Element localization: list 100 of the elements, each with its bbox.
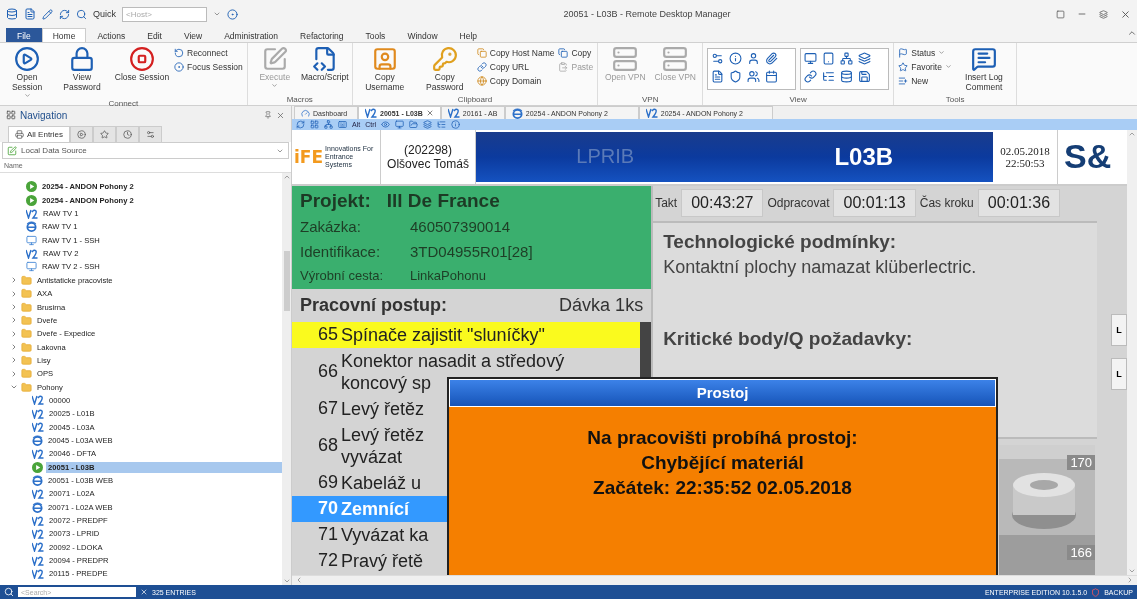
copy-icon [558, 47, 569, 58]
ribbon-button[interactable]: Open Session [4, 46, 50, 100]
flag-icon [898, 47, 909, 58]
network-icon[interactable] [324, 119, 333, 129]
user-icon[interactable] [747, 52, 761, 66]
group-label: Connect [107, 99, 140, 109]
side-button[interactable]: L [1111, 313, 1127, 346]
star-icon [898, 61, 909, 72]
tablet-icon[interactable] [822, 52, 836, 66]
restore-icon [1099, 9, 1108, 19]
ribbon-button[interactable]: Macro/Script [301, 46, 348, 83]
save-icon[interactable] [858, 70, 872, 84]
scrollbar[interactable] [282, 173, 291, 586]
field-value: 460507390014 [410, 217, 511, 235]
folder-icon [21, 381, 32, 393]
ribbon-button[interactable]: Copy Password [416, 46, 473, 93]
play-icon [26, 194, 37, 206]
folder-icon [21, 341, 32, 353]
data-source-select[interactable]: Local Data Source [2, 142, 289, 160]
folder-icon [21, 301, 32, 313]
station-code: LPRIB [575, 144, 636, 170]
lock-icon [69, 46, 95, 73]
ribbon-tab[interactable]: View [172, 28, 214, 43]
script-icon [311, 46, 338, 73]
nav-tab[interactable]: All Entries [8, 126, 70, 143]
info-icon[interactable] [729, 52, 743, 66]
nav-tab[interactable] [139, 126, 162, 143]
file-tab[interactable]: File [6, 28, 42, 43]
calendar-icon[interactable] [765, 70, 779, 84]
ribbon-button[interactable]: Favorite [898, 60, 952, 74]
ribbon-button[interactable]: Close Session [114, 46, 170, 83]
monitor-icon[interactable] [804, 52, 818, 66]
procedure-title: Pracovní postup: [300, 294, 447, 316]
info-icon[interactable] [451, 119, 461, 129]
ribbon-button[interactable]: Copy [558, 46, 594, 60]
gauge-icon [301, 108, 310, 118]
ribbon-tab[interactable]: Tools [354, 28, 397, 43]
vnc-icon [32, 515, 44, 526]
field-label: Výrobní cesta: [300, 268, 385, 284]
ribbon-button[interactable]: Copy Username [356, 46, 413, 93]
ribbon-tab[interactable]: Refactoring [289, 28, 355, 43]
ribbon-button[interactable]: Copy URL [476, 60, 555, 74]
link-icon[interactable] [804, 70, 818, 84]
ribbon-tab[interactable]: Help [448, 28, 489, 43]
settings-icon[interactable] [711, 52, 725, 66]
folder-icon[interactable] [409, 119, 419, 129]
ribbon-button[interactable]: New [898, 74, 952, 88]
ribbon-button[interactable]: Copy Host Name [476, 46, 555, 60]
ribbon-tab[interactable]: Window [396, 28, 449, 43]
close-icon [1120, 8, 1131, 20]
window-title: 20051 - L03B - Remote Desktop Manager [562, 9, 732, 20]
procedure-step[interactable]: 65 Spínače zajistit "sluníčky" [292, 321, 641, 348]
dialog-title: Prostoj [449, 378, 996, 407]
list-icon[interactable] [437, 119, 447, 129]
monitor-icon[interactable] [395, 119, 405, 129]
caret-icon [23, 92, 31, 100]
nav-tab[interactable] [116, 126, 139, 143]
nav-tab[interactable] [93, 126, 116, 143]
vnc-icon [32, 408, 44, 419]
ribbon-tab[interactable]: Home [41, 28, 87, 43]
layers-icon[interactable] [858, 52, 872, 66]
tree-icon[interactable] [822, 70, 836, 84]
nav-tab[interactable] [70, 126, 93, 143]
field-value: LinkaPohonu [410, 268, 486, 284]
conditions-title: Technologické podmínky: [663, 231, 898, 254]
shield-icon[interactable] [729, 70, 743, 84]
side-button[interactable]: L [1111, 357, 1127, 390]
paperclip-icon[interactable] [765, 52, 779, 66]
ribbon-tab[interactable]: Administration [213, 28, 290, 43]
refresh-icon[interactable] [296, 119, 305, 129]
user-card-icon [371, 46, 398, 73]
time-text: 22:50:53 [1005, 156, 1045, 169]
folder-icon [21, 368, 32, 380]
ribbon-tab[interactable]: Edit [136, 28, 173, 43]
scrollbar[interactable] [292, 574, 1137, 586]
connect-icon [227, 8, 238, 20]
ribbon-tab[interactable]: Actions [86, 28, 137, 43]
scroll-left-icon [295, 576, 303, 585]
keyboard-icon[interactable] [338, 119, 347, 129]
ribbon-button[interactable]: Copy Domain [476, 74, 555, 88]
eye-icon[interactable] [381, 119, 391, 129]
security-icon [1091, 587, 1101, 597]
ribbon-button[interactable]: Insert Log Comment [955, 46, 1012, 93]
vnc-icon [32, 422, 44, 433]
server-icon [662, 46, 689, 73]
globe-e-icon [32, 434, 43, 446]
scrollbar[interactable] [1127, 129, 1137, 575]
group-label: Macros [285, 95, 314, 106]
timer-label: Odpracovat [767, 196, 830, 211]
document-icon[interactable] [711, 70, 725, 84]
server-icon [612, 46, 639, 73]
database-icon[interactable] [840, 70, 854, 84]
ribbon-button[interactable]: Focus Session [174, 60, 243, 74]
clear-icon [140, 588, 148, 597]
globe-e-icon [32, 501, 43, 513]
ribbon-button[interactable]: View Password [54, 46, 110, 93]
network-icon[interactable] [840, 52, 854, 66]
users-icon[interactable] [747, 70, 761, 84]
ribbon-button[interactable]: Status [898, 46, 952, 60]
ribbon-button[interactable]: Reconnect [174, 46, 243, 60]
